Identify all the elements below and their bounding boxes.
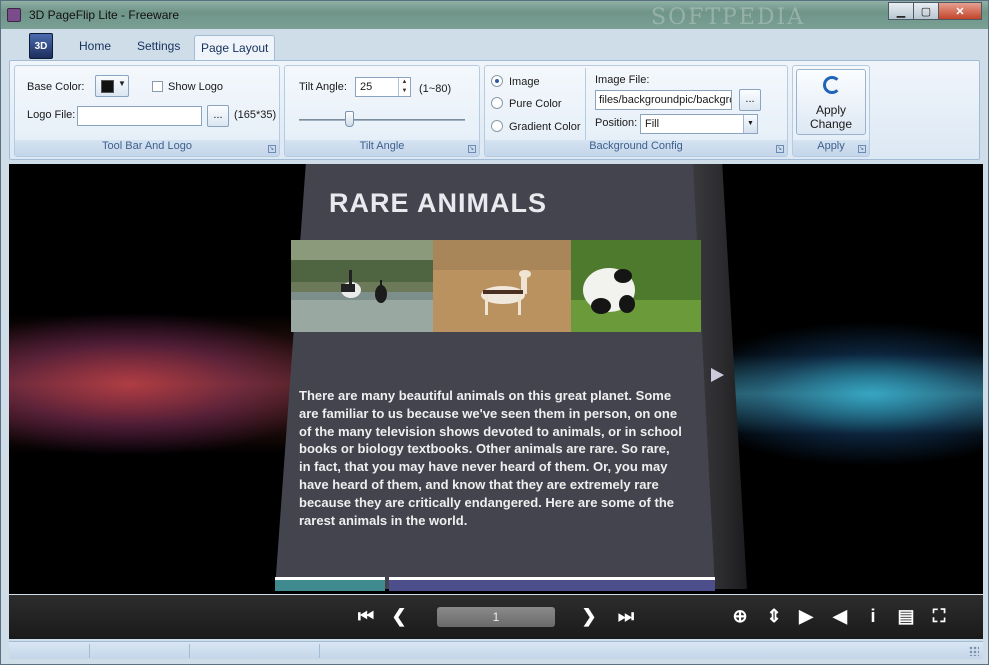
next-page-icon[interactable]: ❯: [578, 605, 600, 627]
chevron-down-icon[interactable]: ▼: [743, 115, 757, 133]
group-background-config: Image Pure Color Gradient Color Image Fi…: [484, 65, 788, 157]
app-menu-button[interactable]: 3D: [29, 33, 53, 59]
base-color-picker[interactable]: ▼: [95, 75, 129, 97]
apply-change-label: Apply Change: [797, 103, 865, 131]
position-label: Position:: [595, 117, 638, 129]
prev-page-icon[interactable]: ❮: [388, 605, 410, 627]
page-number-field[interactable]: 1: [437, 607, 555, 627]
resize-grip-icon[interactable]: [969, 646, 979, 656]
group-divider: [585, 68, 586, 140]
tilt-angle-label: Tilt Angle:: [299, 81, 347, 93]
group-label-toolbar-logo: Tool Bar And Logo: [15, 140, 279, 156]
zoom-in-icon[interactable]: ⊕: [729, 605, 751, 627]
info-icon[interactable]: i: [862, 605, 884, 627]
status-divider: [319, 644, 320, 658]
maximize-button[interactable]: ▢: [913, 2, 939, 20]
sound-icon[interactable]: ◀: [829, 605, 851, 627]
dialog-launcher-icon[interactable]: ↘: [468, 145, 476, 153]
radio-pure-color[interactable]: [491, 97, 503, 109]
dialog-launcher-icon[interactable]: ↘: [776, 145, 784, 153]
photo-antelope-image: [433, 240, 571, 332]
ribbon-tab-strip: 3D Home Settings Page Layout: [9, 31, 980, 62]
watermark-text: SOFTPEDIA: [651, 5, 806, 30]
spin-up-icon[interactable]: ▲: [399, 78, 410, 87]
image-file-label: Image File:: [595, 74, 650, 86]
close-button[interactable]: ✕: [938, 2, 982, 20]
page-body-text: There are many beautiful animals on this…: [299, 388, 682, 528]
first-page-icon[interactable]: ⏮: [355, 605, 377, 627]
base-color-label: Base Color:: [27, 81, 85, 93]
logo-file-label: Logo File:: [27, 109, 76, 121]
apply-change-button[interactable]: Apply Change: [796, 69, 866, 135]
position-select[interactable]: Fill ▼: [640, 114, 758, 134]
page-heading: RARE ANIMALS: [329, 188, 547, 218]
dialog-launcher-icon[interactable]: ↘: [858, 145, 866, 153]
group-label-background: Background Config: [485, 140, 787, 156]
tab-page-layout[interactable]: Page Layout: [194, 35, 276, 62]
app-window: 3D PageFlip Lite - Freeware SOFTPEDIA ▁ …: [0, 0, 989, 665]
window-title: 3D PageFlip Lite - Freeware: [29, 8, 180, 22]
status-bar: [9, 641, 983, 659]
chevron-down-icon: ▼: [118, 79, 126, 88]
fit-page-icon[interactable]: ⇕: [763, 605, 785, 627]
status-divider: [189, 644, 190, 658]
tilt-range-hint: (1~80): [419, 83, 452, 95]
apply-label-line1: Apply: [815, 103, 847, 117]
autoplay-icon[interactable]: ▶: [795, 605, 817, 627]
spin-down-icon[interactable]: ▼: [399, 87, 410, 96]
image-file-input[interactable]: files/backgroundpic/backgrc: [595, 90, 732, 110]
refresh-icon: [823, 76, 841, 94]
tilt-slider-track[interactable]: [299, 119, 465, 121]
logo-file-input[interactable]: [77, 106, 202, 126]
group-label-tilt: Tilt Angle: [285, 140, 479, 156]
photo-antelope: [433, 240, 571, 332]
dialog-launcher-icon[interactable]: ↘: [268, 145, 276, 153]
title-bar[interactable]: 3D PageFlip Lite - Freeware SOFTPEDIA ▁ …: [1, 1, 988, 30]
group-tilt-angle: Tilt Angle: 25 ▲ ▼ (1~80) Tilt Angle ↘: [284, 65, 480, 157]
radio-image-label: Image: [509, 76, 540, 88]
app-icon: [7, 8, 21, 22]
window-controls: ▁ ▢ ✕: [888, 2, 982, 20]
tab-settings[interactable]: Settings: [137, 39, 180, 53]
spin-buttons[interactable]: ▲ ▼: [398, 78, 410, 96]
tilt-slider-thumb[interactable]: [344, 111, 354, 127]
radio-gradient-color[interactable]: [491, 120, 503, 132]
page-footer-bar-teal: [275, 577, 385, 591]
fullscreen-icon[interactable]: ⛶: [928, 605, 950, 627]
logo-size-hint: (165*35): [234, 109, 277, 121]
logo-browse-button[interactable]: ...: [207, 105, 229, 127]
photo-panda-image: [571, 240, 701, 332]
last-page-icon[interactable]: ⏭: [615, 605, 637, 627]
photo-birds-image: [291, 240, 433, 332]
minimize-button[interactable]: ▁: [888, 2, 914, 20]
background-glow-right-band: [713, 354, 983, 434]
apply-label-line2: Change: [809, 117, 853, 131]
tab-home[interactable]: Home: [79, 39, 111, 53]
background-glow-left-band: [9, 314, 299, 454]
next-page-arrow-icon[interactable]: [711, 368, 724, 382]
show-logo-checkbox[interactable]: [152, 81, 163, 92]
tilt-angle-value: 25: [360, 81, 373, 93]
book-viewer[interactable]: RARE ANIMALS There are many beautiful an…: [9, 164, 983, 594]
group-toolbar-and-logo: Base Color: ▼ Show Logo Logo File: ... (…: [14, 65, 280, 157]
print-icon[interactable]: ▤: [895, 605, 917, 627]
ribbon-panel: Base Color: ▼ Show Logo Logo File: ... (…: [9, 60, 980, 160]
page-footer-bar-purple: [389, 577, 715, 591]
tilt-angle-spinbox[interactable]: 25 ▲ ▼: [355, 77, 411, 97]
radio-pure-color-label: Pure Color: [509, 98, 562, 110]
viewer-toolbar: ⏮ ❮ 1 ❯ ⏭ ⊕ ⇕ ▶ ◀ i ▤ ⛶: [9, 595, 983, 639]
photo-birds: [291, 240, 433, 332]
status-divider: [89, 644, 90, 658]
group-apply: Apply Change Apply ↘: [792, 65, 870, 157]
image-browse-button[interactable]: ...: [739, 89, 761, 111]
show-logo-label: Show Logo: [168, 81, 224, 93]
radio-gradient-color-label: Gradient Color: [509, 121, 581, 133]
position-select-value: Fill: [645, 118, 660, 130]
base-color-swatch: [101, 80, 114, 93]
radio-image[interactable]: [491, 75, 503, 87]
photo-panda: [571, 240, 701, 332]
